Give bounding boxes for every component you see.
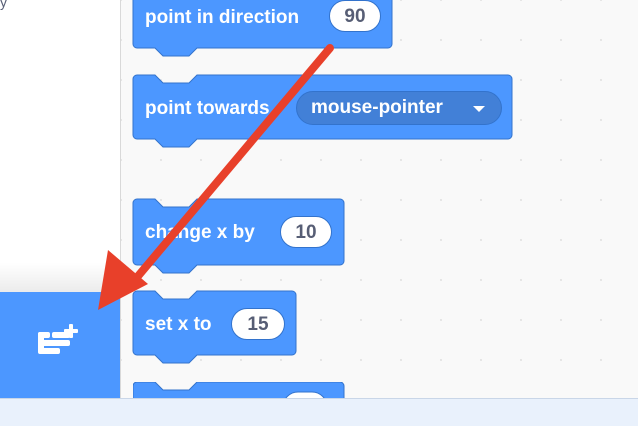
bottom-bar: [0, 398, 638, 426]
change-x-by-block[interactable]: change x by 10: [132, 198, 345, 274]
block-label: point towards: [145, 98, 270, 119]
point-towards-block[interactable]: point towards mouse-pointer: [132, 74, 513, 148]
chevron-down-icon: [473, 106, 485, 112]
scratch-editor: y point in direction 90 point towards mo…: [0, 0, 638, 426]
change-x-input[interactable]: 10: [280, 216, 332, 248]
set-x-to-block[interactable]: set x to 15: [132, 290, 297, 364]
direction-input[interactable]: 90: [329, 0, 381, 32]
towards-dropdown[interactable]: mouse-pointer: [296, 91, 502, 125]
partial-motion-block[interactable]: [133, 382, 345, 398]
block-label: set x to: [145, 314, 212, 335]
set-x-input[interactable]: 15: [231, 308, 285, 340]
dropdown-value: mouse-pointer: [311, 97, 443, 118]
add-extension-icon: [38, 324, 78, 354]
block-label: point in direction: [145, 7, 300, 28]
category-menu-shadow: [0, 262, 120, 292]
block-label: change x by: [145, 222, 255, 243]
category-label-partial[interactable]: y: [0, 0, 7, 10]
point-in-direction-block[interactable]: point in direction 90: [132, 0, 393, 57]
